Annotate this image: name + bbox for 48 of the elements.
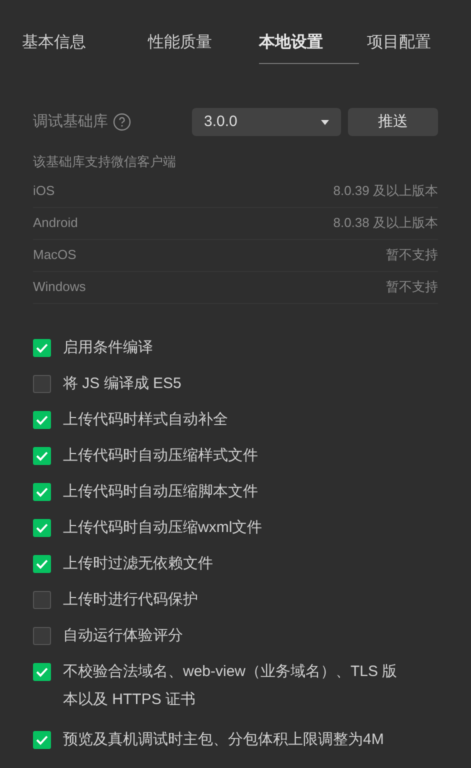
option-label: 上传代码时样式自动补全 <box>63 410 229 430</box>
version-support: 8.0.39 及以上版本 <box>333 182 438 200</box>
platform-name: iOS <box>33 182 55 200</box>
platform-name: Android <box>33 214 78 232</box>
platform-name: MacOS <box>33 246 76 264</box>
checkmark-icon <box>36 414 48 424</box>
checkbox[interactable] <box>33 518 51 536</box>
version-support: 8.0.38 及以上版本 <box>333 214 438 232</box>
option-label: 上传代码时自动压缩样式文件 <box>63 446 259 466</box>
checkbox[interactable] <box>33 554 51 572</box>
checkbox[interactable] <box>33 730 51 748</box>
checkbox[interactable] <box>33 662 51 680</box>
caret-icon <box>321 120 329 124</box>
tab[interactable]: 基本信息 <box>0 22 126 64</box>
option-label: 上传时进行代码保护 <box>63 590 199 610</box>
checkmark-icon <box>36 734 48 744</box>
option-label: 预览及真机调试时主包、分包体积上限调整为4M <box>63 730 385 750</box>
option-label: 上传代码时自动压缩wxml文件 <box>63 518 264 538</box>
checkmark-icon <box>36 486 48 496</box>
version-support: 暂不支持 <box>386 246 438 264</box>
tab[interactable]: 项目配置 <box>367 22 462 64</box>
tab[interactable]: 性能质量 <box>126 22 251 64</box>
section-heading: 该基础库支持微信客户端 <box>33 153 177 171</box>
checkbox[interactable] <box>33 374 51 392</box>
option-label: 上传时过滤无依赖文件 <box>63 554 214 574</box>
help-icon[interactable] <box>113 113 131 131</box>
option-label: 自动运行体验评分 <box>63 626 184 646</box>
checkbox[interactable] <box>33 482 51 500</box>
setting-label: 调试基础库 <box>33 112 108 132</box>
platform-name: Windows <box>33 278 86 296</box>
checkmark-icon <box>36 450 48 460</box>
option-label: 不校验合法域名、web-view（业务域名）、TLS 版本以及 HTTPS 证书 <box>63 662 398 710</box>
checkmark-icon <box>36 558 48 568</box>
checkbox[interactable] <box>33 410 51 428</box>
option-label: 上传代码时自动压缩脚本文件 <box>63 482 259 502</box>
checkbox[interactable] <box>33 590 51 608</box>
option-label: 将 JS 编译成 ES5 <box>63 374 182 394</box>
push-button[interactable]: 推送 <box>348 108 438 136</box>
checkbox[interactable] <box>33 338 51 356</box>
tab[interactable]: 本地设置 <box>259 22 359 64</box>
checkmark-icon <box>36 342 48 352</box>
checkmark-icon <box>36 666 48 676</box>
checkbox[interactable] <box>33 446 51 464</box>
version-support: 暂不支持 <box>386 278 438 296</box>
checkmark-icon <box>36 522 48 532</box>
checkbox[interactable] <box>33 626 51 644</box>
version-select[interactable]: 3.0.0 <box>192 108 341 136</box>
option-label: 启用条件编译 <box>63 338 154 358</box>
